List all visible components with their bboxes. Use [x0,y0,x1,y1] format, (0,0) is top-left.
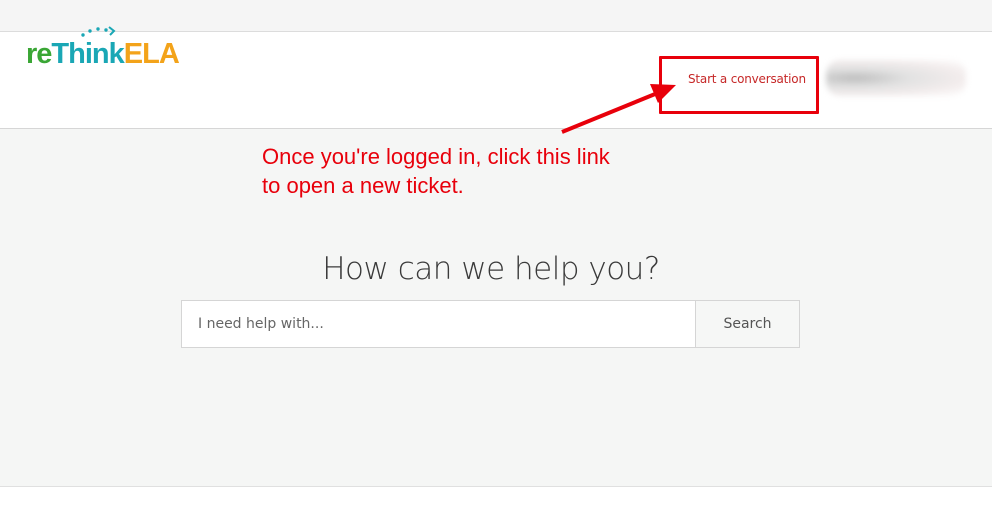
logo-think-text: Think [51,38,124,70]
user-avatar-blurred[interactable] [826,60,966,96]
page-title: How can we help you? [322,250,660,287]
logo-re-text: re [26,38,52,70]
search-button[interactable]: Search [695,301,799,347]
annotation-text: Once you're logged in, click this link t… [262,142,610,200]
top-strip [0,0,992,32]
search-form: Search [181,300,800,348]
annotation-line-2: to open a new ticket. [262,173,464,198]
logo-dots-icon [81,26,116,37]
annotation-line-1: Once you're logged in, click this link [262,144,610,169]
logo-ela-text: ELA [123,38,180,70]
annotation-highlight-box [659,56,819,114]
search-input[interactable] [182,301,679,347]
rethinkela-logo[interactable]: reThinkELA [26,38,180,70]
footer [0,486,992,520]
